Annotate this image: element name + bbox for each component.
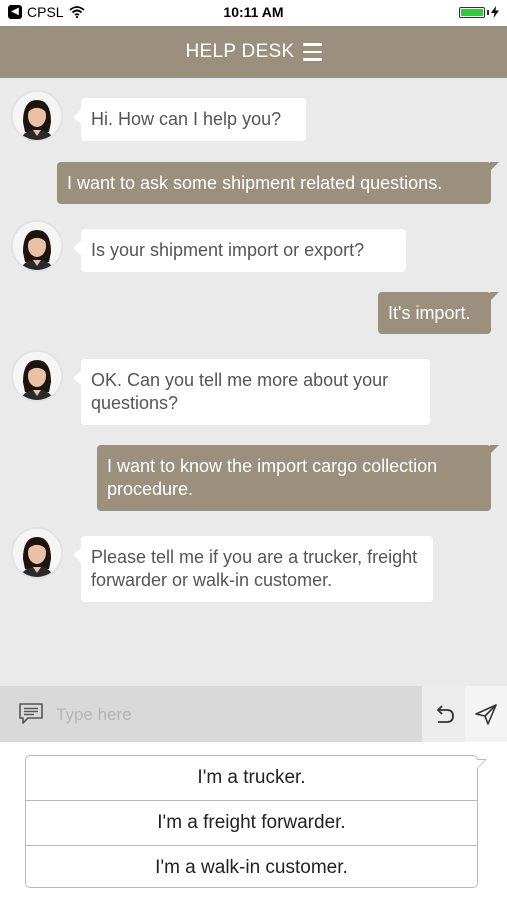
- bot-message: OK. Can you tell me more about your ques…: [73, 359, 430, 425]
- agent-avatar: [11, 527, 63, 579]
- agent-portrait-icon: [13, 529, 61, 577]
- undo-button[interactable]: [422, 686, 465, 742]
- user-message: I want to know the import cargo collecti…: [97, 445, 499, 511]
- battery-icon: [459, 6, 485, 18]
- user-message: It's import.: [378, 292, 499, 334]
- undo-icon: [436, 705, 454, 723]
- battery-level: [461, 8, 483, 16]
- charging-bolt-icon: [491, 6, 499, 18]
- message-input-bar: [0, 686, 507, 742]
- menu-line: [302, 58, 322, 61]
- user-message: I want to ask some shipment related ques…: [57, 162, 499, 204]
- send-icon: [475, 704, 497, 725]
- menu-line: [302, 43, 322, 46]
- app-header: HELP DESK: [0, 26, 507, 78]
- quick-reply-option[interactable]: I'm a walk-in customer.: [26, 846, 477, 890]
- hamburger-menu-icon[interactable]: [302, 43, 322, 61]
- quick-reply-option[interactable]: I'm a freight forwarder.: [26, 801, 477, 846]
- agent-portrait-icon: [13, 352, 61, 400]
- bot-message: Please tell me if you are a trucker, fre…: [73, 536, 433, 602]
- agent-portrait-icon: [13, 222, 61, 270]
- page-title: HELP DESK: [185, 41, 295, 62]
- chat-icon[interactable]: [18, 702, 46, 726]
- quick-reply-option[interactable]: I'm a trucker.: [26, 756, 477, 801]
- quick-reply-list: I'm a trucker. I'm a freight forwarder. …: [25, 755, 487, 890]
- send-button[interactable]: [465, 686, 507, 742]
- status-right: [459, 6, 499, 18]
- battery-cap: [487, 9, 489, 15]
- bot-message: Hi. How can I help you?: [73, 98, 306, 141]
- message-input[interactable]: [54, 694, 418, 736]
- status-time: 10:11 AM: [223, 4, 284, 20]
- agent-avatar: [11, 350, 63, 402]
- agent-avatar: [11, 90, 63, 142]
- status-bar: ◀ CPSL 10:11 AM: [0, 0, 507, 26]
- agent-portrait-icon: [13, 92, 61, 140]
- bot-message: Is your shipment import or export?: [73, 229, 406, 272]
- chat-area[interactable]: Hi. How can I help you? I want to ask so…: [0, 78, 507, 686]
- menu-line: [302, 50, 322, 54]
- agent-avatar: [11, 220, 63, 272]
